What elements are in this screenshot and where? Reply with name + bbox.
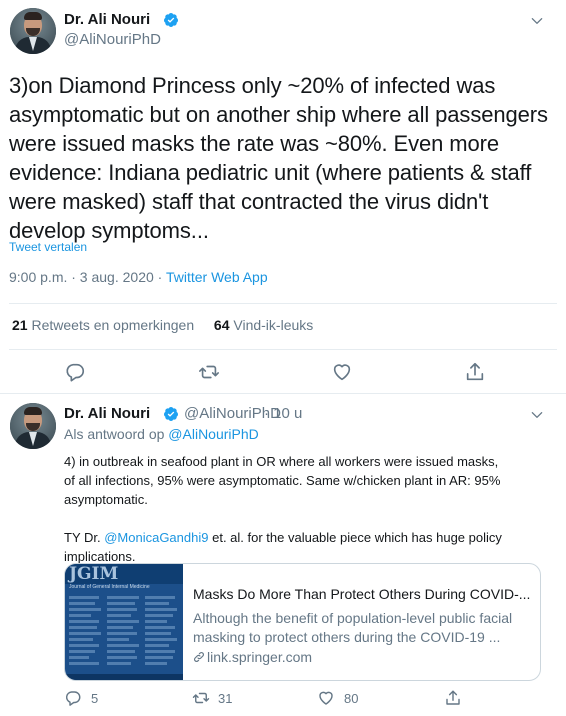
reply-text: 4) in outbreak in seafood plant in OR wh…	[64, 452, 544, 566]
link-preview-card[interactable]: JGIM Journal of General Internal Medicin…	[64, 563, 541, 681]
retweet-icon[interactable]	[198, 361, 220, 383]
reply-text-segment: TY Dr.	[64, 530, 105, 545]
reply-to-mention[interactable]: @AliNouriPhD	[168, 426, 258, 442]
likes-label[interactable]: Vind-ik-leuks	[233, 317, 313, 333]
card-description-line: masking to protect others during the COV…	[193, 629, 501, 645]
tweet-text-line: were issued masks the rate was ~80%. Eve…	[9, 131, 500, 156]
card-url: link.springer.com	[193, 649, 312, 665]
like-icon[interactable]	[317, 689, 335, 707]
retweets-label[interactable]: Retweets en opmerkingen	[31, 317, 194, 333]
retweet-icon[interactable]	[192, 689, 210, 707]
author-name[interactable]: Dr. Ali Nouri	[64, 11, 150, 28]
share-icon[interactable]	[444, 689, 462, 707]
reply-icon[interactable]	[64, 689, 82, 707]
card-url-text: link.springer.com	[207, 649, 313, 665]
chevron-down-icon[interactable]	[530, 408, 544, 422]
divider	[9, 303, 557, 304]
tweet-text-line: 3)on Diamond Princess only ~20% of infec…	[9, 73, 496, 98]
reply-context-label: Als antwoord op	[64, 426, 169, 442]
card-description-line: Although the benefit of population-level…	[193, 610, 513, 626]
reply-count: 5	[91, 691, 99, 706]
link-icon	[194, 652, 204, 662]
reply-time-ago[interactable]: · 10 u	[264, 405, 302, 422]
journal-subtitle: Journal of General Internal Medicine	[69, 584, 150, 590]
author-avatar[interactable]	[10, 8, 56, 54]
reply-text-line: asymptomatic.	[64, 492, 148, 507]
retweets-count[interactable]: 21	[12, 317, 28, 333]
reply-icon[interactable]	[64, 361, 86, 383]
mention-link[interactable]: @MonicaGandhi9	[104, 530, 208, 545]
reply-context: Als antwoord op @AliNouriPhD	[64, 426, 259, 442]
tweet-text-line: were masked) staff that contracted the v…	[9, 189, 489, 214]
reply-text-segment: et. al. for the valuable piece which has…	[208, 530, 502, 545]
reply-author-name[interactable]: Dr. Ali Nouri	[64, 405, 150, 422]
source-app-link[interactable]: Twitter Web App	[166, 269, 268, 285]
verified-badge-icon	[163, 407, 178, 421]
like-count: 80	[344, 691, 359, 706]
divider	[9, 349, 557, 350]
likes-count[interactable]: 64	[214, 317, 230, 333]
card-thumbnail: JGIM Journal of General Internal Medicin…	[65, 564, 183, 680]
tweet-text-line: develop symptoms...	[9, 218, 209, 243]
reply-text-line: 4) in outbreak in seafood plant in OR wh…	[64, 454, 499, 469]
main-tweet: Dr. Ali Nouri @AliNouriPhD 3)on Diamond …	[0, 0, 566, 394]
tweet-meta: 9:00 p.m. · 3 aug. 2020 · Twitter Web Ap…	[9, 269, 268, 285]
card-description: Although the benefit of population-level…	[193, 609, 533, 647]
reply-author-avatar[interactable]	[10, 403, 56, 449]
journal-logo: JGIM	[69, 564, 119, 584]
author-handle[interactable]: @AliNouriPhD	[64, 31, 161, 48]
share-icon[interactable]	[464, 361, 486, 383]
chevron-down-icon[interactable]	[530, 14, 544, 28]
like-icon[interactable]	[331, 361, 353, 383]
card-title: Masks Do More Than Protect Others During…	[193, 586, 531, 602]
tweet-text-line: asymptomatic but on another ship where a…	[9, 102, 548, 127]
verified-badge-icon	[163, 13, 178, 27]
retweet-count: 31	[218, 691, 233, 706]
tweet-text-line: evidence: Indiana pediatric unit (where …	[9, 160, 532, 185]
translate-tweet-link[interactable]: Tweet vertalen	[9, 240, 87, 254]
reply-text-line: TY Dr. @MonicaGandhi9 et. al. for the va…	[64, 528, 544, 547]
timestamp[interactable]: 9:00 p.m. · 3 aug. 2020 ·	[9, 269, 166, 285]
tweet-text: 3)on Diamond Princess only ~20% of infec…	[9, 71, 557, 245]
engagement-stats: 21 Retweets en opmerkingen 64 Vind-ik-le…	[12, 317, 313, 333]
reply-text-line: of all infections, 95% were asymptomatic…	[64, 473, 501, 488]
